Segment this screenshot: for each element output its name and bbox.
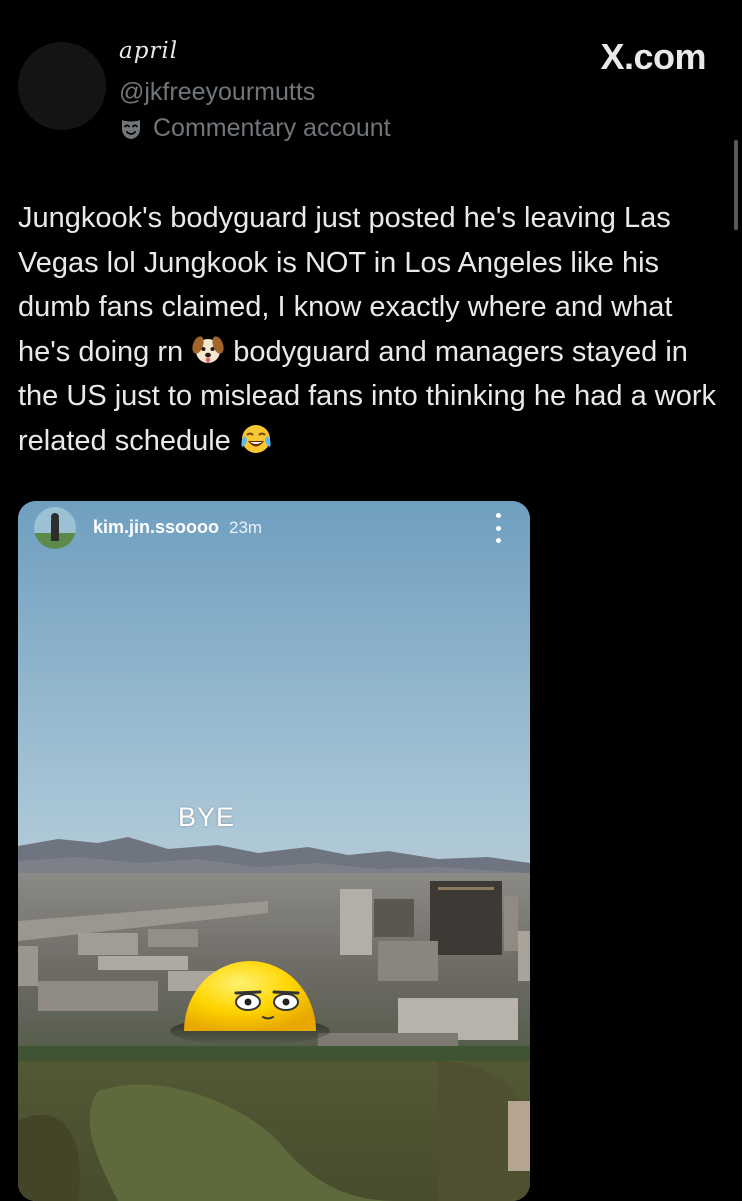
- dog-face-emoji: [192, 335, 224, 363]
- author-display-name[interactable]: april: [119, 38, 178, 64]
- las-vegas-aerial-photo: [18, 501, 530, 1201]
- story-overlay-text: BYE: [178, 802, 236, 832]
- story-user-avatar[interactable]: [34, 507, 76, 549]
- author-avatar[interactable]: [18, 42, 106, 130]
- author-handle[interactable]: @jkfreeyourmutts: [119, 78, 315, 107]
- tweet-media[interactable]: kim.jin.ssoooo 23m BYE: [18, 501, 530, 1201]
- account-label-text: Commentary account: [153, 114, 391, 142]
- story-username[interactable]: kim.jin.ssoooo: [93, 517, 219, 538]
- more-options-icon[interactable]: [492, 513, 504, 543]
- tweet-text: Jungkook's bodyguard just posted he's le…: [18, 196, 726, 463]
- x-brand-watermark: X.com: [600, 36, 706, 77]
- face-with-tears-of-joy-emoji: [241, 424, 271, 453]
- story-timestamp: 23m: [229, 518, 263, 537]
- scrollbar[interactable]: [734, 140, 738, 230]
- theater-mask-icon: [122, 119, 140, 139]
- account-label: Commentary account: [119, 114, 391, 143]
